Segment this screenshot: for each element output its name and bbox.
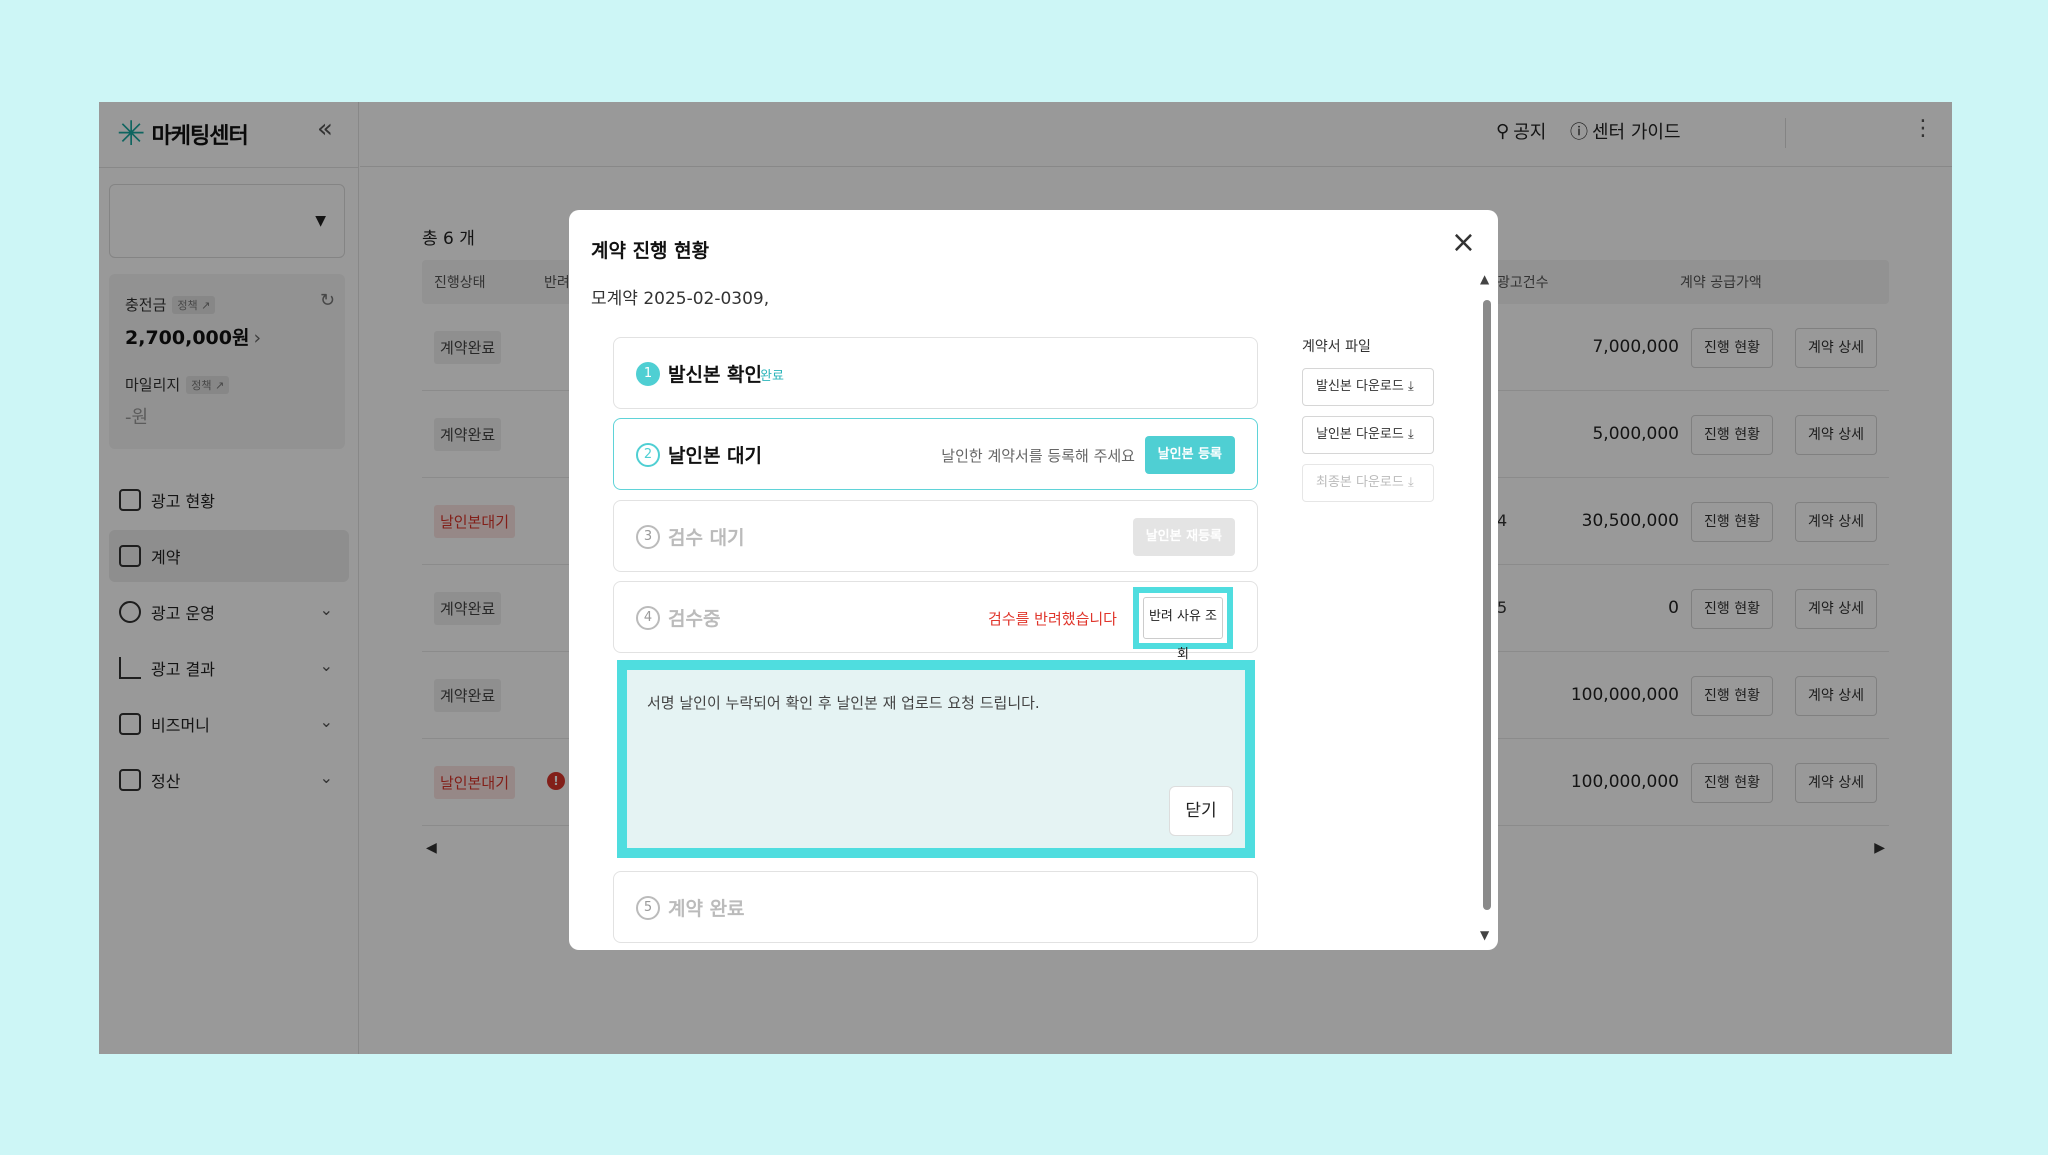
scroll-down-icon[interactable]: ▼ bbox=[1480, 928, 1489, 942]
step-contract-complete: 5 계약 완료 bbox=[613, 871, 1258, 943]
download-icon: ⤓ bbox=[1408, 475, 1414, 490]
download-final-button[interactable]: 최종본 다운로드 ⤓ bbox=[1302, 464, 1434, 502]
step-sent-check: 1 발신본 확인 완료 bbox=[613, 337, 1258, 409]
rejected-message: 검수를 반려했습니다 bbox=[988, 610, 1117, 628]
reject-reason-highlight: 반려 사유 조회 bbox=[1133, 587, 1233, 662]
scroll-up-icon[interactable]: ▲ bbox=[1480, 272, 1489, 286]
step-title: 날인본 대기 bbox=[668, 445, 763, 467]
step-number: 5 bbox=[636, 896, 660, 920]
step-done-badge: 완료 bbox=[760, 369, 784, 384]
view-reject-reason-button[interactable]: 반려 사유 조회 bbox=[1143, 597, 1223, 662]
modal-subtitle: 모계약 2025-02-0309, bbox=[591, 289, 770, 309]
reject-reason-text: 서명 날인이 누락되어 확인 후 날인본 재 업로드 요청 드립니다. bbox=[647, 694, 1040, 712]
download-icon: ⤓ bbox=[1408, 427, 1414, 442]
step-title: 계약 완료 bbox=[668, 898, 745, 920]
reregister-seal-button[interactable]: 날인본 재등록 bbox=[1132, 518, 1235, 556]
modal-title: 계약 진행 현황 bbox=[591, 240, 710, 262]
step-title: 발신본 확인 bbox=[668, 364, 763, 386]
step-review-wait: 3 검수 대기 날인본 재등록 bbox=[613, 500, 1258, 572]
contract-progress-modal: 계약 진행 현황 × 모계약 2025-02-0309, 1 발신본 확인 완료… bbox=[569, 210, 1498, 950]
download-label: 최종본 다운로드 bbox=[1316, 475, 1404, 490]
modal-scrollbar[interactable]: ▲ ▼ bbox=[1480, 272, 1494, 942]
download-label: 발신본 다운로드 bbox=[1316, 379, 1404, 394]
step-number: 4 bbox=[636, 606, 660, 630]
download-sealed-button[interactable]: 날인본 다운로드 ⤓ bbox=[1302, 416, 1434, 454]
download-label: 날인본 다운로드 bbox=[1316, 427, 1404, 442]
step-title: 검수중 bbox=[668, 608, 721, 630]
step-seal-wait: 2 날인본 대기 날인한 계약서를 등록해 주세요 날인본 등록 bbox=[613, 418, 1258, 490]
step-number: 1 bbox=[636, 362, 660, 386]
files-title: 계약서 파일 bbox=[1302, 339, 1371, 355]
download-sent-button[interactable]: 발신본 다운로드 ⤓ bbox=[1302, 368, 1434, 406]
step-hint: 날인한 계약서를 등록해 주세요 bbox=[941, 447, 1135, 465]
close-reason-button[interactable]: 닫기 bbox=[1169, 786, 1233, 836]
step-title: 검수 대기 bbox=[668, 527, 745, 549]
scroll-thumb[interactable] bbox=[1483, 300, 1491, 910]
reject-reason-panel: 서명 날인이 누락되어 확인 후 날인본 재 업로드 요청 드립니다. 닫기 bbox=[617, 660, 1255, 858]
contract-files: 계약서 파일 발신본 다운로드 ⤓ 날인본 다운로드 ⤓ 최종본 다운로드 ⤓ bbox=[1302, 336, 1434, 512]
step-reviewing: 4 검수중 검수를 반려했습니다 반려 사유 조회 bbox=[613, 581, 1258, 662]
close-icon[interactable]: × bbox=[1451, 228, 1476, 258]
step-number: 2 bbox=[636, 443, 660, 467]
step-number: 3 bbox=[636, 525, 660, 549]
download-icon: ⤓ bbox=[1408, 379, 1414, 394]
register-seal-button[interactable]: 날인본 등록 bbox=[1144, 436, 1235, 474]
